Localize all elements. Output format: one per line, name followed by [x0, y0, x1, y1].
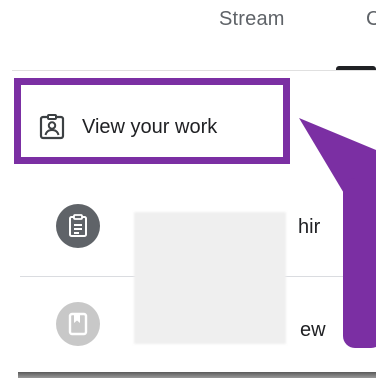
view-your-work-label: View your work: [82, 116, 218, 138]
redacted-region: [134, 212, 286, 344]
bottom-edge-shadow: [18, 372, 376, 378]
top-divider: [12, 70, 376, 71]
view-your-work-button[interactable]: View your work: [14, 78, 290, 164]
tab-stream[interactable]: Stream: [219, 8, 285, 31]
list-item-title-partial: ew: [300, 319, 326, 341]
assignment-icon: [56, 204, 100, 248]
list-item-title-partial: hir: [298, 216, 321, 238]
assignment-ind-icon: [38, 113, 66, 141]
callout-box: [343, 178, 376, 348]
top-tab-bar: Stream C: [0, 0, 376, 70]
tab-classwork-partial[interactable]: C: [366, 8, 376, 31]
bookmark-icon: [56, 302, 100, 346]
